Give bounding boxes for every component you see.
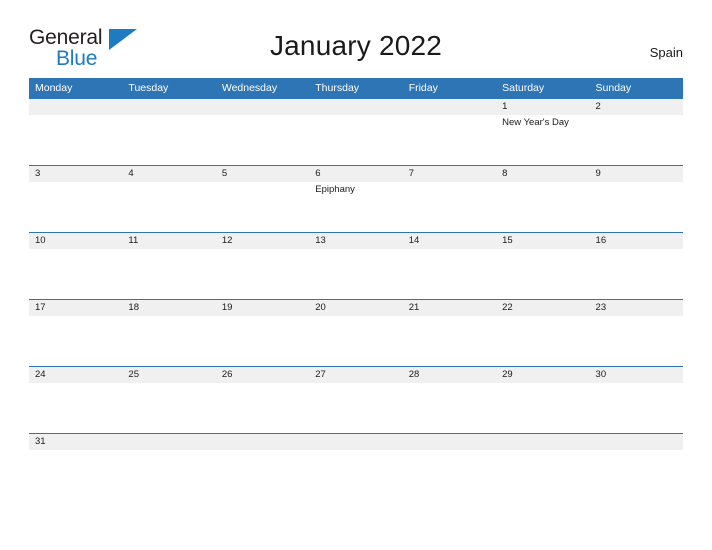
day-cell[interactable]: 25 (122, 367, 215, 433)
day-number: 12 (221, 235, 233, 246)
day-cell[interactable]: 12 (216, 233, 309, 299)
day-number: 1 (502, 101, 508, 112)
day-number: 29 (502, 369, 513, 380)
day-cell[interactable]: 24 (29, 367, 122, 433)
day-cell[interactable]: 14 (403, 233, 496, 299)
day-event: New Year's Day (502, 117, 569, 128)
day-number: 3 (35, 168, 41, 179)
day-cell[interactable] (122, 434, 215, 500)
week-row: 10 11 12 13 14 15 16 (29, 232, 683, 299)
week-row: 24 25 26 27 28 29 30 (29, 366, 683, 433)
day-number: 22 (502, 302, 513, 313)
day-number: 2 (595, 101, 601, 112)
country-label: Spain (649, 45, 683, 60)
day-number: 20 (315, 302, 326, 313)
day-cell[interactable]: 16 (590, 233, 683, 299)
day-cell[interactable] (496, 434, 589, 500)
day-cell[interactable]: 4 (122, 166, 215, 232)
day-number: 4 (128, 168, 134, 179)
day-cell[interactable]: 3 (29, 166, 122, 232)
day-number: 6 (315, 168, 321, 179)
day-number: 10 (35, 235, 46, 246)
weekday-header-monday: Monday (35, 82, 73, 94)
day-number: 30 (595, 369, 607, 380)
day-cell[interactable]: 8 (496, 166, 589, 232)
day-number: 18 (128, 302, 139, 313)
day-cell[interactable] (403, 434, 496, 500)
day-number: 21 (408, 302, 420, 313)
day-cell[interactable]: 17 (29, 300, 122, 366)
weekday-header-friday: Friday (408, 82, 438, 94)
day-number: 17 (35, 302, 46, 313)
day-cell[interactable]: 2 (590, 99, 683, 165)
day-number: 27 (315, 369, 326, 380)
day-cell[interactable]: 13 (309, 233, 402, 299)
day-cell[interactable]: 11 (122, 233, 215, 299)
day-cell[interactable] (29, 99, 122, 165)
week-row: 3 4 5 6 Epiphany 7 8 9 (29, 165, 683, 232)
day-cell[interactable] (216, 434, 309, 500)
week-row: 31 (29, 433, 683, 500)
day-cell[interactable]: 10 (29, 233, 122, 299)
day-number: 23 (595, 302, 607, 313)
day-cell[interactable] (403, 99, 496, 165)
week-row: 17 18 19 20 21 22 23 (29, 299, 683, 366)
day-cell[interactable] (122, 99, 215, 165)
day-cell[interactable]: 31 (29, 434, 122, 500)
day-number: 14 (408, 235, 420, 246)
day-cell[interactable]: 18 (122, 300, 215, 366)
day-cell[interactable] (216, 99, 309, 165)
day-cell[interactable] (309, 434, 402, 500)
day-number: 25 (128, 369, 139, 380)
day-cell[interactable]: 30 (590, 367, 683, 433)
weekday-header-row: Monday Tuesday Wednesday Thursday Friday… (29, 78, 683, 98)
weekday-header-saturday: Saturday (502, 82, 545, 94)
day-number: 24 (35, 369, 46, 380)
day-cell[interactable]: 21 (403, 300, 496, 366)
weekday-header-thursday: Thursday (315, 82, 360, 94)
day-number: 31 (35, 436, 46, 447)
day-number: 26 (221, 369, 233, 380)
day-cell[interactable]: 28 (403, 367, 496, 433)
calendar-grid: Monday Tuesday Wednesday Thursday Friday… (29, 78, 683, 500)
week-row: 1 New Year's Day 2 (29, 98, 683, 165)
day-number: 11 (128, 235, 139, 246)
day-cell[interactable] (590, 434, 683, 500)
page-header: General Blue January 2022 Spain (0, 0, 712, 76)
day-number: 7 (408, 168, 414, 179)
day-number: 9 (595, 168, 601, 179)
day-number: 15 (502, 235, 513, 246)
weekday-header-wednesday: Wednesday (221, 82, 278, 94)
day-cell[interactable] (309, 99, 402, 165)
day-cell[interactable]: 9 (590, 166, 683, 232)
day-number: 8 (502, 168, 508, 179)
day-cell[interactable]: 20 (309, 300, 402, 366)
day-number: 16 (595, 235, 607, 246)
day-number: 28 (408, 369, 420, 380)
weekday-header-tuesday: Tuesday (128, 82, 169, 94)
weekday-header-sunday: Sunday (595, 82, 632, 94)
day-cell[interactable]: 23 (590, 300, 683, 366)
page-title: January 2022 (269, 30, 443, 61)
day-cell[interactable]: 7 (403, 166, 496, 232)
day-cell[interactable]: 27 (309, 367, 402, 433)
day-cell[interactable]: 22 (496, 300, 589, 366)
day-cell[interactable]: 15 (496, 233, 589, 299)
day-cell[interactable]: 6 Epiphany (309, 166, 402, 232)
day-number: 13 (315, 235, 326, 246)
day-cell[interactable]: 5 (216, 166, 309, 232)
day-cell[interactable]: 29 (496, 367, 589, 433)
day-cell[interactable]: 19 (216, 300, 309, 366)
day-cell[interactable]: 1 New Year's Day (496, 99, 589, 165)
day-number: 19 (221, 302, 233, 313)
day-number: 5 (221, 168, 228, 179)
day-cell[interactable]: 26 (216, 367, 309, 433)
day-event: Epiphany (315, 184, 355, 195)
